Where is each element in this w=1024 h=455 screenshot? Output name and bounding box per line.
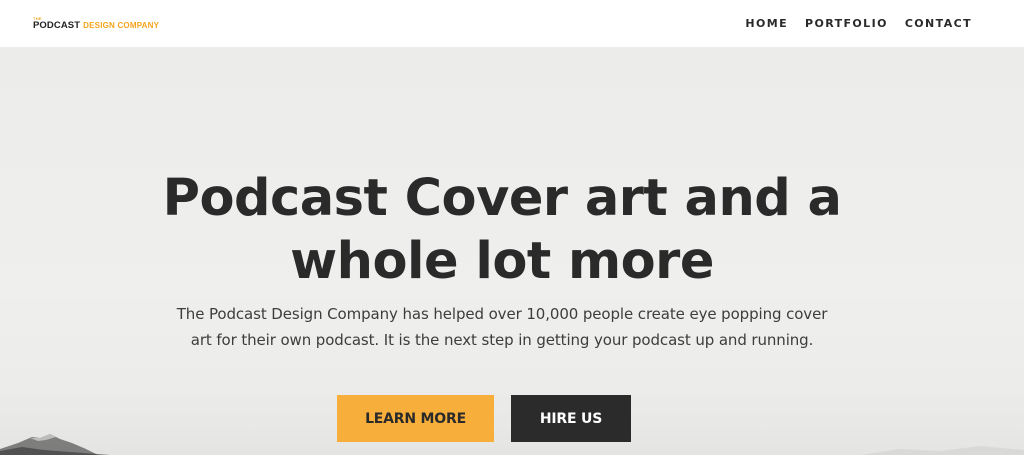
site-logo[interactable]: THE PODCAST DESIGN COMPANY (33, 16, 159, 31)
nav-home-link[interactable]: HOME (745, 17, 788, 30)
logo-accent-text: DESIGN COMPANY (83, 20, 160, 30)
logo-wordmark: PODCAST DESIGN COMPANY (33, 21, 159, 31)
site-header: THE PODCAST DESIGN COMPANY HOME PORTFOLI… (0, 0, 1024, 47)
hero-description: The Podcast Design Company has helped ov… (150, 301, 854, 353)
hero-headline-line-2: whole lot more (290, 232, 714, 291)
hero-description-line-1: The Podcast Design Company has helped ov… (176, 305, 828, 323)
main-nav: HOME PORTFOLIO CONTACT (745, 17, 972, 30)
logo-main-text: PODCAST (33, 19, 81, 31)
learn-more-button[interactable]: LEARN MORE (337, 395, 494, 442)
hero-section: Podcast Cover art and a whole lot more T… (0, 47, 1024, 455)
hire-us-button[interactable]: HIRE US (511, 395, 631, 442)
hero-headline: Podcast Cover art and a whole lot more (0, 167, 1024, 293)
hero-headline-line-1: Podcast Cover art and a (162, 169, 842, 228)
nav-contact-link[interactable]: CONTACT (905, 17, 972, 30)
nav-portfolio-link[interactable]: PORTFOLIO (805, 17, 888, 30)
hero-description-line-2: art for their own podcast. It is the nex… (190, 331, 814, 349)
